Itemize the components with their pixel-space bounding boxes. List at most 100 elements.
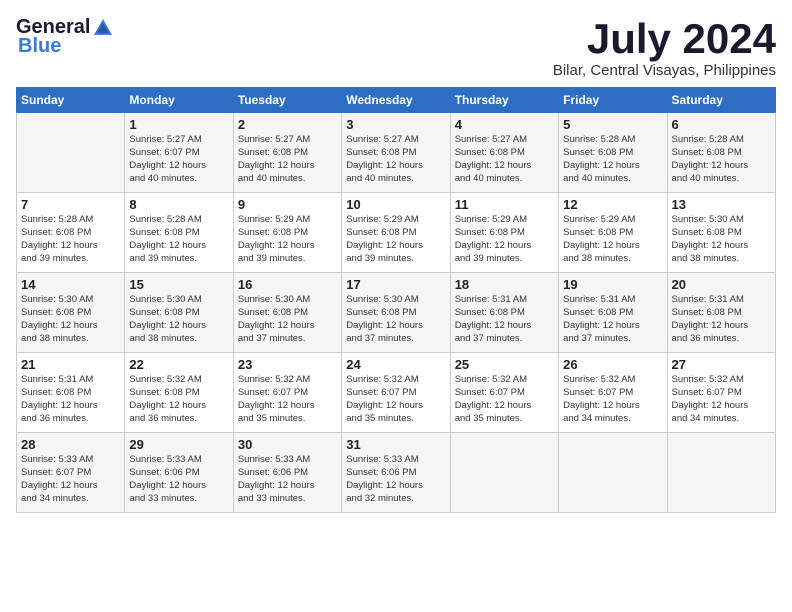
cell-content: Sunrise: 5:30 AM Sunset: 6:08 PM Dayligh… (672, 214, 771, 265)
day-number: 15 (129, 277, 228, 292)
calendar-cell: 31Sunrise: 5:33 AM Sunset: 6:06 PM Dayli… (342, 433, 450, 513)
calendar-cell: 12 Sunrise: 5:29 AM Sunset: 6:08 PM Dayli… (559, 193, 667, 273)
header-row: SundayMondayTuesdayWednesdayThursdayFrid… (17, 88, 776, 113)
cell-content: Sunrise: 5:30 AM Sunset: 6:08 PM Dayligh… (21, 294, 120, 345)
calendar-cell: 27Sunrise: 5:32 AM Sunset: 6:07 PM Dayli… (667, 353, 775, 433)
day-number: 11 (455, 197, 554, 212)
calendar-cell: 24Sunrise: 5:32 AM Sunset: 6:07 PM Dayli… (342, 353, 450, 433)
calendar-cell: 11 Sunrise: 5:29 AM Sunset: 6:08 PM Dayli… (450, 193, 558, 273)
day-number: 9 (238, 197, 337, 212)
calendar-cell: 28 Sunrise: 5:33 AM Sunset: 6:07 PM Dayli… (17, 433, 125, 513)
month-title: July 2024 (553, 16, 776, 62)
day-number: 13 (672, 197, 771, 212)
day-number: 19 (563, 277, 662, 292)
cell-content: Sunrise: 5:29 AM Sunset: 6:08 PM Dayligh… (455, 214, 554, 265)
day-number: 4 (455, 117, 554, 132)
calendar-cell: 4 Sunrise: 5:27 AM Sunset: 6:08 PM Daylig… (450, 113, 558, 193)
day-number: 14 (21, 277, 120, 292)
calendar-cell: 23 Sunrise: 5:32 AM Sunset: 6:07 PM Dayli… (233, 353, 341, 433)
cell-content: Sunrise: 5:33 AM Sunset: 6:06 PM Dayligh… (238, 454, 337, 505)
calendar-cell (559, 433, 667, 513)
cell-content: Sunrise: 5:32 AM Sunset: 6:08 PM Dayligh… (129, 374, 228, 425)
cell-content: Sunrise: 5:30 AM Sunset: 6:08 PM Dayligh… (129, 294, 228, 345)
week-row-2: 7 Sunrise: 5:28 AM Sunset: 6:08 PM Daylig… (17, 193, 776, 273)
cell-content: Sunrise: 5:28 AM Sunset: 6:08 PM Dayligh… (563, 134, 662, 185)
day-number: 23 (238, 357, 337, 372)
day-number: 30 (238, 437, 337, 452)
week-row-5: 28 Sunrise: 5:33 AM Sunset: 6:07 PM Dayli… (17, 433, 776, 513)
calendar-cell: 22 Sunrise: 5:32 AM Sunset: 6:08 PM Dayli… (125, 353, 233, 433)
cell-content: Sunrise: 5:31 AM Sunset: 6:08 PM Dayligh… (455, 294, 554, 345)
day-number: 8 (129, 197, 228, 212)
calendar-cell: 5 Sunrise: 5:28 AM Sunset: 6:08 PM Daylig… (559, 113, 667, 193)
day-number: 18 (455, 277, 554, 292)
day-number: 28 (21, 437, 120, 452)
header-monday: Monday (125, 88, 233, 113)
cell-content: Sunrise: 5:31 AM Sunset: 6:08 PM Dayligh… (563, 294, 662, 345)
cell-content: Sunrise: 5:27 AM Sunset: 6:08 PM Dayligh… (455, 134, 554, 185)
header-friday: Friday (559, 88, 667, 113)
day-number: 10 (346, 197, 445, 212)
calendar-cell: 2Sunrise: 5:27 AM Sunset: 6:08 PM Daylig… (233, 113, 341, 193)
header-saturday: Saturday (667, 88, 775, 113)
day-number: 21 (21, 357, 120, 372)
location-title: Bilar, Central Visayas, Philippines (553, 62, 776, 79)
calendar-cell: 6 Sunrise: 5:28 AM Sunset: 6:08 PM Daylig… (667, 113, 775, 193)
logo-icon (92, 17, 114, 39)
day-number: 20 (672, 277, 771, 292)
calendar-cell: 20 Sunrise: 5:31 AM Sunset: 6:08 PM Dayli… (667, 273, 775, 353)
day-number: 5 (563, 117, 662, 132)
title-area: July 2024 Bilar, Central Visayas, Philip… (553, 16, 776, 79)
calendar-cell: 10 Sunrise: 5:29 AM Sunset: 6:08 PM Dayli… (342, 193, 450, 273)
cell-content: Sunrise: 5:27 AM Sunset: 6:07 PM Dayligh… (129, 134, 228, 185)
cell-content: Sunrise: 5:32 AM Sunset: 6:07 PM Dayligh… (238, 374, 337, 425)
day-number: 16 (238, 277, 337, 292)
cell-content: Sunrise: 5:29 AM Sunset: 6:08 PM Dayligh… (238, 214, 337, 265)
header-wednesday: Wednesday (342, 88, 450, 113)
cell-content: Sunrise: 5:33 AM Sunset: 6:06 PM Dayligh… (129, 454, 228, 505)
calendar-cell: 25 Sunrise: 5:32 AM Sunset: 6:07 PM Dayli… (450, 353, 558, 433)
calendar-cell: 3Sunrise: 5:27 AM Sunset: 6:08 PM Daylig… (342, 113, 450, 193)
day-number: 3 (346, 117, 445, 132)
page-header: General Blue July 2024 Bilar, Central Vi… (16, 16, 776, 79)
calendar-cell: 9 Sunrise: 5:29 AM Sunset: 6:08 PM Daylig… (233, 193, 341, 273)
day-number: 17 (346, 277, 445, 292)
cell-content: Sunrise: 5:30 AM Sunset: 6:08 PM Dayligh… (238, 294, 337, 345)
week-row-4: 21Sunrise: 5:31 AM Sunset: 6:08 PM Dayli… (17, 353, 776, 433)
cell-content: Sunrise: 5:32 AM Sunset: 6:07 PM Dayligh… (672, 374, 771, 425)
cell-content: Sunrise: 5:33 AM Sunset: 6:07 PM Dayligh… (21, 454, 120, 505)
day-number: 25 (455, 357, 554, 372)
calendar-cell (667, 433, 775, 513)
day-number: 24 (346, 357, 445, 372)
cell-content: Sunrise: 5:32 AM Sunset: 6:07 PM Dayligh… (563, 374, 662, 425)
calendar-table: SundayMondayTuesdayWednesdayThursdayFrid… (16, 87, 776, 513)
day-number: 7 (21, 197, 120, 212)
week-row-3: 14 Sunrise: 5:30 AM Sunset: 6:08 PM Dayli… (17, 273, 776, 353)
day-number: 12 (563, 197, 662, 212)
day-number: 29 (129, 437, 228, 452)
calendar-cell: 16 Sunrise: 5:30 AM Sunset: 6:08 PM Dayli… (233, 273, 341, 353)
cell-content: Sunrise: 5:28 AM Sunset: 6:08 PM Dayligh… (672, 134, 771, 185)
cell-content: Sunrise: 5:29 AM Sunset: 6:08 PM Dayligh… (346, 214, 445, 265)
cell-content: Sunrise: 5:28 AM Sunset: 6:08 PM Dayligh… (21, 214, 120, 265)
cell-content: Sunrise: 5:27 AM Sunset: 6:08 PM Dayligh… (238, 134, 337, 185)
day-number: 1 (129, 117, 228, 132)
calendar-cell: 14 Sunrise: 5:30 AM Sunset: 6:08 PM Dayli… (17, 273, 125, 353)
calendar-cell: 26 Sunrise: 5:32 AM Sunset: 6:07 PM Dayli… (559, 353, 667, 433)
day-number: 22 (129, 357, 228, 372)
logo: General Blue (16, 16, 114, 58)
calendar-cell (17, 113, 125, 193)
day-number: 6 (672, 117, 771, 132)
day-number: 26 (563, 357, 662, 372)
header-tuesday: Tuesday (233, 88, 341, 113)
cell-content: Sunrise: 5:31 AM Sunset: 6:08 PM Dayligh… (672, 294, 771, 345)
cell-content: Sunrise: 5:29 AM Sunset: 6:08 PM Dayligh… (563, 214, 662, 265)
calendar-cell: 1 Sunrise: 5:27 AM Sunset: 6:07 PM Daylig… (125, 113, 233, 193)
cell-content: Sunrise: 5:33 AM Sunset: 6:06 PM Dayligh… (346, 454, 445, 505)
calendar-cell (450, 433, 558, 513)
cell-content: Sunrise: 5:28 AM Sunset: 6:08 PM Dayligh… (129, 214, 228, 265)
logo-blue-text: Blue (18, 35, 61, 58)
calendar-cell: 13 Sunrise: 5:30 AM Sunset: 6:08 PM Dayli… (667, 193, 775, 273)
cell-content: Sunrise: 5:32 AM Sunset: 6:07 PM Dayligh… (455, 374, 554, 425)
calendar-cell: 19 Sunrise: 5:31 AM Sunset: 6:08 PM Dayli… (559, 273, 667, 353)
